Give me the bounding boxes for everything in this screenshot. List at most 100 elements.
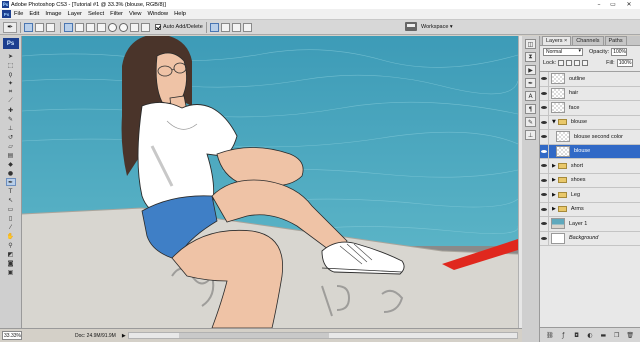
expand-triangle-open-icon[interactable]: ▼ xyxy=(552,119,556,125)
visibility-eye-icon[interactable] xyxy=(540,188,549,202)
eraser-tool-icon[interactable]: ▱ xyxy=(6,142,16,150)
lock-transparency-icon[interactable] xyxy=(558,59,565,66)
layer-group-arms[interactable]: ▶ Arms xyxy=(540,202,640,217)
rectangle-shape-button[interactable] xyxy=(86,22,95,32)
expand-triangle-icon[interactable]: ▶ xyxy=(552,206,556,212)
visibility-eye-icon[interactable] xyxy=(540,202,549,216)
visibility-eye-icon[interactable] xyxy=(540,144,549,158)
horizontal-scroll-thumb[interactable] xyxy=(179,333,329,338)
move-tool-icon[interactable]: ➤ xyxy=(6,52,16,60)
tab-paths[interactable]: Paths xyxy=(604,36,627,45)
expand-triangle-icon[interactable]: ▶ xyxy=(552,163,556,169)
layer-row-blouse[interactable]: blouse xyxy=(540,144,640,159)
opacity-field[interactable]: 100% xyxy=(611,47,628,56)
menu-filter[interactable]: Filter xyxy=(110,11,123,17)
magic-wand-tool-icon[interactable]: ✦ xyxy=(6,79,16,87)
lock-all-icon[interactable] xyxy=(582,59,589,66)
minimize-icon[interactable]: – xyxy=(592,0,606,9)
actions-icon[interactable]: ▶ xyxy=(525,65,536,75)
visibility-eye-icon[interactable] xyxy=(540,217,549,231)
fill-pixels-button[interactable] xyxy=(46,22,55,32)
menu-edit[interactable]: Edit xyxy=(29,11,39,17)
menu-window[interactable]: Window xyxy=(147,11,168,17)
clone-stamp-tool-icon[interactable]: ⊥ xyxy=(6,124,16,132)
character-icon[interactable]: A xyxy=(525,91,536,101)
zoom-field[interactable]: 33.33% xyxy=(2,331,22,340)
polygon-shape-button[interactable] xyxy=(119,22,128,32)
pen-mode-button[interactable] xyxy=(64,22,73,32)
visibility-eye-icon[interactable] xyxy=(540,231,549,245)
menu-help[interactable]: Help xyxy=(174,11,186,17)
menu-layer[interactable]: Layer xyxy=(67,11,82,17)
visibility-eye-icon[interactable] xyxy=(540,101,549,115)
expand-triangle-icon[interactable]: ▶ xyxy=(552,192,556,198)
rounded-rectangle-button[interactable] xyxy=(97,22,106,32)
layer-group-blouse[interactable]: ▼ blouse xyxy=(540,115,640,130)
dodge-tool-icon[interactable]: ● xyxy=(6,169,16,177)
menu-file[interactable]: File xyxy=(14,11,23,17)
eyedropper-tool-icon[interactable]: ⁄ xyxy=(6,223,16,231)
layer-style-icon[interactable]: ƒ xyxy=(560,332,567,339)
document-canvas[interactable] xyxy=(22,36,518,328)
horizontal-scrollbar[interactable] xyxy=(128,332,518,339)
subtract-from-path-button[interactable] xyxy=(220,22,230,32)
quick-mask-icon[interactable]: ◙ xyxy=(6,259,16,267)
visibility-eye-icon[interactable] xyxy=(540,72,549,86)
layer-group-short[interactable]: ▶ short xyxy=(540,159,640,174)
brush-tool-icon[interactable]: ✎ xyxy=(6,115,16,123)
blur-tool-icon[interactable]: ◆ xyxy=(6,160,16,168)
link-layers-icon[interactable]: ⛓ xyxy=(546,332,554,339)
status-menu-arrow-icon[interactable]: ▶ xyxy=(122,333,126,339)
fill-field[interactable]: 100% xyxy=(616,58,633,67)
shape-tool-icon[interactable]: ▭ xyxy=(6,205,16,213)
layer-row-hair[interactable]: hair xyxy=(540,86,640,101)
visibility-eye-icon[interactable] xyxy=(540,173,549,187)
pen-tool-icon[interactable]: ✒ xyxy=(5,178,16,186)
marquee-tool-icon[interactable]: ⬚ xyxy=(6,61,16,69)
history-brush-tool-icon[interactable]: ↺ xyxy=(6,133,16,141)
menu-view[interactable]: View xyxy=(129,11,141,17)
auto-add-delete-option[interactable]: Auto Add/Delete xyxy=(155,24,203,30)
add-to-path-area-button[interactable] xyxy=(209,22,219,32)
menu-select[interactable]: Select xyxy=(88,11,104,17)
exclude-overlap-button[interactable] xyxy=(242,22,252,32)
paragraph-icon[interactable]: ¶ xyxy=(525,104,536,114)
auto-add-delete-checkbox[interactable] xyxy=(155,24,161,30)
layer-mask-icon[interactable]: ◘ xyxy=(573,332,580,339)
screen-mode-icon[interactable]: ▣ xyxy=(6,268,16,276)
visibility-eye-icon[interactable] xyxy=(540,115,549,129)
menu-image[interactable]: Image xyxy=(45,11,61,17)
visibility-eye-icon[interactable] xyxy=(540,86,549,100)
type-tool-icon[interactable]: T xyxy=(6,187,16,195)
notes-tool-icon[interactable]: ▯ xyxy=(6,214,16,222)
shape-layers-button[interactable] xyxy=(24,22,33,32)
maximize-icon[interactable]: ▭ xyxy=(606,0,620,9)
ellipse-shape-button[interactable] xyxy=(108,22,117,32)
healing-brush-tool-icon[interactable]: ✚ xyxy=(6,106,16,114)
clone-source-icon[interactable]: ⊥ xyxy=(525,130,536,140)
layer-group-shoes[interactable]: ▶ shoes xyxy=(540,173,640,188)
new-group-icon[interactable]: ▬ xyxy=(600,332,607,339)
layer-row-outline[interactable]: outline xyxy=(540,72,640,87)
visibility-eye-icon[interactable] xyxy=(540,130,549,144)
lock-image-icon[interactable] xyxy=(566,59,573,66)
lock-position-icon[interactable] xyxy=(574,59,581,66)
tab-channels[interactable]: Channels xyxy=(572,36,604,45)
history-icon[interactable]: ⧗ xyxy=(525,52,536,62)
new-layer-icon[interactable]: ❐ xyxy=(613,332,620,339)
layer-row-face[interactable]: face xyxy=(540,101,640,116)
workspace-menu[interactable]: Workspace ▾ xyxy=(405,22,453,31)
line-shape-button[interactable] xyxy=(130,22,139,32)
slice-tool-icon[interactable]: ⟋ xyxy=(6,97,16,105)
pen-tool-preset-icon[interactable]: ✒ xyxy=(3,21,17,33)
zoom-tool-icon[interactable]: ⚲ xyxy=(6,241,16,249)
navigator-icon[interactable]: ◫ xyxy=(525,39,536,49)
layer-row-layer-1[interactable]: Layer 1 xyxy=(540,217,640,232)
brushes-icon[interactable]: ✎ xyxy=(525,117,536,127)
layer-group-leg[interactable]: ▶ Leg xyxy=(540,188,640,203)
tool-presets-icon[interactable]: ✒ xyxy=(525,78,536,88)
close-icon[interactable]: ✕ xyxy=(620,0,638,9)
intersect-path-button[interactable] xyxy=(231,22,241,32)
document-icon[interactable]: Ps xyxy=(2,10,11,18)
paths-button[interactable] xyxy=(35,22,44,32)
